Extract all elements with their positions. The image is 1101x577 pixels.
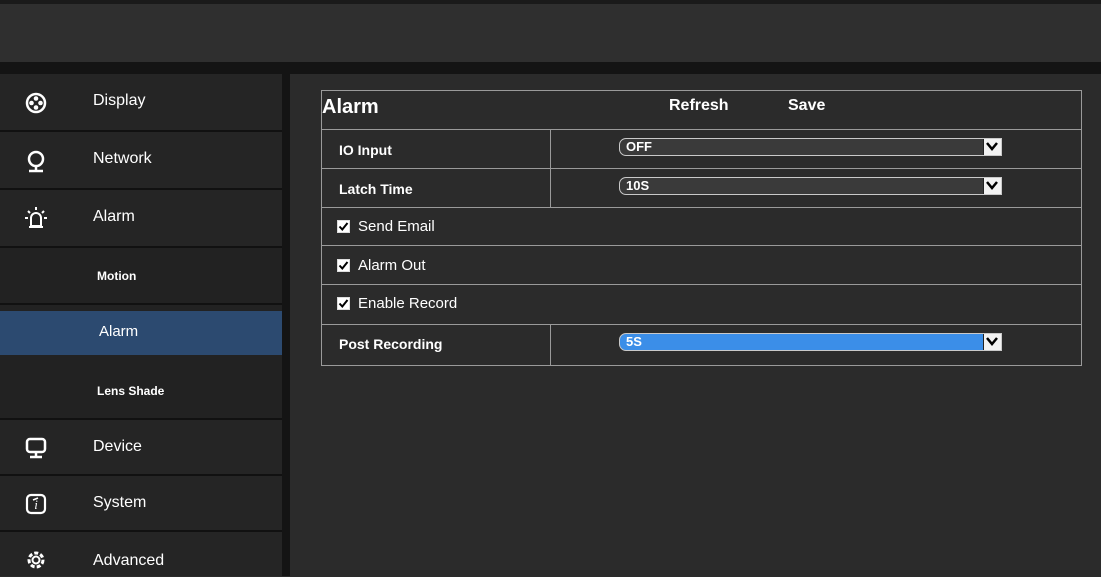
sidebar-item-label: Display: [93, 92, 146, 109]
panel-title: Alarm: [322, 96, 379, 118]
sidebar-item-display[interactable]: Display: [0, 74, 282, 132]
sidebar-subitem-motion[interactable]: Motion: [0, 248, 282, 305]
column-divider: [550, 130, 551, 168]
alarm-panel: Alarm Refresh Save IO Input OFF Latch Ti…: [321, 90, 1082, 366]
sidebar-subitem-label: Alarm: [99, 323, 139, 340]
sidebar-item-device[interactable]: Device: [0, 420, 282, 476]
refresh-button[interactable]: Refresh: [669, 97, 729, 115]
sidebar-item-label: System: [93, 494, 147, 511]
io-input-row: IO Input OFF: [322, 129, 1081, 168]
sidebar-item-label: Network: [93, 150, 152, 167]
enable-record-row: Enable Record: [322, 284, 1081, 324]
sidebar-subitem-label: Lens Shade: [97, 384, 165, 398]
sidebar-item-alarm[interactable]: Alarm: [0, 190, 282, 248]
alarm-out-row: Alarm Out: [322, 245, 1081, 284]
chevron-down-icon[interactable]: [983, 334, 1001, 350]
sidebar-subitem-alarm[interactable]: Alarm: [0, 311, 282, 355]
latch-time-value: 10S: [626, 178, 650, 193]
panel-header: Alarm Refresh Save: [322, 91, 1081, 129]
sidebar-item-advanced[interactable]: Advanced: [0, 532, 282, 576]
sidebar-item-system[interactable]: i System: [0, 476, 282, 532]
chevron-down-icon[interactable]: [983, 178, 1001, 194]
sidebar: Display Network Alarm Motion Alarm Lens …: [0, 74, 282, 576]
sidebar-item-label: Advanced: [93, 552, 165, 569]
top-bar: [0, 0, 1101, 62]
sidebar-divider: [282, 74, 290, 576]
chevron-down-icon[interactable]: [983, 139, 1001, 155]
send-email-row: Send Email: [322, 207, 1081, 245]
latch-time-label: Latch Time: [339, 181, 413, 197]
latch-time-row: Latch Time 10S: [322, 168, 1081, 207]
sidebar-subitem-lens-shade[interactable]: Lens Shade: [0, 362, 282, 420]
post-recording-select[interactable]: 5S: [619, 333, 1002, 351]
advanced-icon: [24, 548, 48, 572]
io-input-select[interactable]: OFF: [619, 138, 1002, 156]
post-recording-row: Post Recording 5S: [322, 324, 1081, 365]
top-separator: [0, 62, 1101, 74]
sidebar-item-label: Device: [93, 438, 142, 455]
send-email-checkbox[interactable]: [337, 220, 350, 233]
sidebar-subitem-label: Motion: [97, 269, 137, 283]
display-icon: [24, 91, 48, 115]
io-input-label: IO Input: [339, 142, 392, 158]
column-divider: [550, 325, 551, 365]
alarm-out-label: Alarm Out: [358, 257, 426, 274]
network-icon: [24, 149, 48, 173]
save-button[interactable]: Save: [788, 97, 825, 115]
enable-record-label: Enable Record: [358, 295, 458, 312]
alarm-out-checkbox[interactable]: [337, 259, 350, 272]
alarm-icon: [24, 206, 48, 230]
device-icon: [24, 436, 48, 460]
post-recording-value: 5S: [626, 334, 642, 349]
post-recording-label: Post Recording: [339, 336, 443, 352]
io-input-value: OFF: [626, 139, 652, 154]
enable-record-checkbox[interactable]: [337, 297, 350, 310]
column-divider: [550, 169, 551, 207]
send-email-label: Send Email: [358, 218, 435, 235]
sidebar-item-label: Alarm: [93, 208, 135, 225]
sidebar-item-network[interactable]: Network: [0, 132, 282, 190]
latch-time-select[interactable]: 10S: [619, 177, 1002, 195]
system-icon: i: [24, 492, 48, 516]
